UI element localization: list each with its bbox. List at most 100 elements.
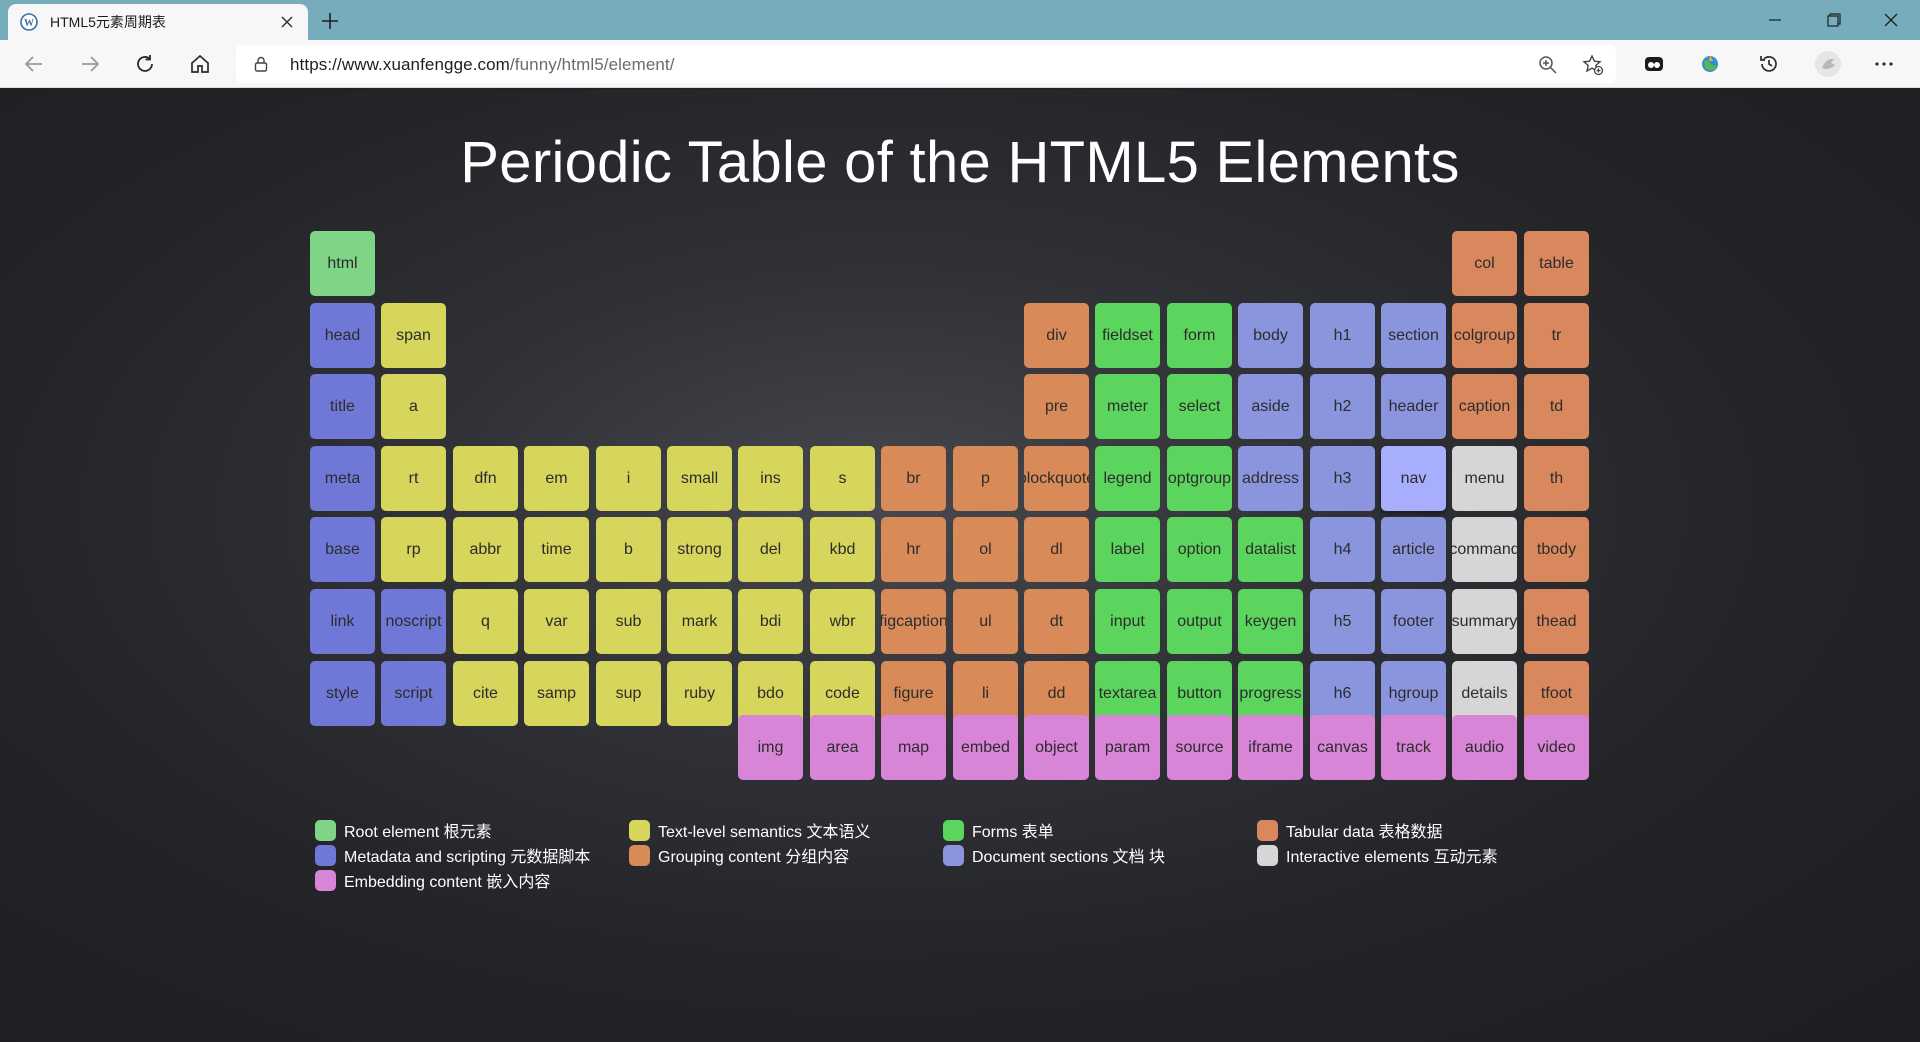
element-head[interactable]: head bbox=[310, 303, 375, 368]
refresh-button[interactable] bbox=[129, 48, 161, 80]
back-button[interactable] bbox=[18, 48, 50, 80]
element-mark[interactable]: mark bbox=[667, 589, 732, 654]
element-h2[interactable]: h2 bbox=[1310, 374, 1375, 439]
element-s[interactable]: s bbox=[810, 446, 875, 511]
browser-tab[interactable]: W HTML5元素周期表 bbox=[8, 4, 308, 40]
lock-icon[interactable] bbox=[252, 55, 270, 73]
element-cite[interactable]: cite bbox=[453, 661, 518, 726]
element-h5[interactable]: h5 bbox=[1310, 589, 1375, 654]
element-del[interactable]: del bbox=[738, 517, 803, 582]
globe-extension-icon[interactable] bbox=[1694, 48, 1726, 80]
element-header[interactable]: header bbox=[1381, 374, 1446, 439]
close-window-button[interactable] bbox=[1868, 6, 1914, 34]
restore-button[interactable] bbox=[1810, 6, 1856, 34]
element-wbr[interactable]: wbr bbox=[810, 589, 875, 654]
profile-avatar-icon[interactable] bbox=[1812, 48, 1844, 80]
element-label[interactable]: label bbox=[1095, 517, 1160, 582]
home-button[interactable] bbox=[184, 48, 216, 80]
element-meter[interactable]: meter bbox=[1095, 374, 1160, 439]
zoom-icon[interactable] bbox=[1538, 55, 1558, 75]
element-table[interactable]: table bbox=[1524, 231, 1589, 296]
element-tr[interactable]: tr bbox=[1524, 303, 1589, 368]
element-html[interactable]: html bbox=[310, 231, 375, 296]
forward-button[interactable] bbox=[74, 48, 106, 80]
element-embed[interactable]: embed bbox=[953, 715, 1018, 780]
element-b[interactable]: b bbox=[596, 517, 661, 582]
element-legend[interactable]: legend bbox=[1095, 446, 1160, 511]
element-sup[interactable]: sup bbox=[596, 661, 661, 726]
element-rp[interactable]: rp bbox=[381, 517, 446, 582]
element-em[interactable]: em bbox=[524, 446, 589, 511]
add-favorite-icon[interactable] bbox=[1582, 54, 1604, 76]
element-optgroup[interactable]: optgroup bbox=[1167, 446, 1232, 511]
element-command[interactable]: command bbox=[1452, 517, 1517, 582]
address-bar[interactable]: https://www.xuanfengge.com/funny/html5/e… bbox=[236, 45, 1616, 83]
element-hr[interactable]: hr bbox=[881, 517, 946, 582]
element-dfn[interactable]: dfn bbox=[453, 446, 518, 511]
element-param[interactable]: param bbox=[1095, 715, 1160, 780]
new-tab-button[interactable] bbox=[316, 8, 344, 34]
element-object[interactable]: object bbox=[1024, 715, 1089, 780]
element-h4[interactable]: h4 bbox=[1310, 517, 1375, 582]
element-dl[interactable]: dl bbox=[1024, 517, 1089, 582]
element-select[interactable]: select bbox=[1167, 374, 1232, 439]
element-pre[interactable]: pre bbox=[1024, 374, 1089, 439]
element-bdi[interactable]: bdi bbox=[738, 589, 803, 654]
element-thead[interactable]: thead bbox=[1524, 589, 1589, 654]
element-figcaption[interactable]: figcaption bbox=[881, 589, 946, 654]
element-iframe[interactable]: iframe bbox=[1238, 715, 1303, 780]
element-h1[interactable]: h1 bbox=[1310, 303, 1375, 368]
element-output[interactable]: output bbox=[1167, 589, 1232, 654]
element-datalist[interactable]: datalist bbox=[1238, 517, 1303, 582]
element-noscript[interactable]: noscript bbox=[381, 589, 446, 654]
element-ins[interactable]: ins bbox=[738, 446, 803, 511]
element-q[interactable]: q bbox=[453, 589, 518, 654]
element-aside[interactable]: aside bbox=[1238, 374, 1303, 439]
element-colgroup[interactable]: colgroup bbox=[1452, 303, 1517, 368]
element-kbd[interactable]: kbd bbox=[810, 517, 875, 582]
element-ul[interactable]: ul bbox=[953, 589, 1018, 654]
element-tbody[interactable]: tbody bbox=[1524, 517, 1589, 582]
element-option[interactable]: option bbox=[1167, 517, 1232, 582]
element-track[interactable]: track bbox=[1381, 715, 1446, 780]
element-dt[interactable]: dt bbox=[1024, 589, 1089, 654]
element-map[interactable]: map bbox=[881, 715, 946, 780]
element-link[interactable]: link bbox=[310, 589, 375, 654]
element-footer[interactable]: footer bbox=[1381, 589, 1446, 654]
element-ruby[interactable]: ruby bbox=[667, 661, 732, 726]
element-meta[interactable]: meta bbox=[310, 446, 375, 511]
more-menu-icon[interactable] bbox=[1868, 48, 1900, 80]
element-h3[interactable]: h3 bbox=[1310, 446, 1375, 511]
extension-icon[interactable] bbox=[1638, 48, 1670, 80]
element-source[interactable]: source bbox=[1167, 715, 1232, 780]
element-col[interactable]: col bbox=[1452, 231, 1517, 296]
element-audio[interactable]: audio bbox=[1452, 715, 1517, 780]
element-video[interactable]: video bbox=[1524, 715, 1589, 780]
element-style[interactable]: style bbox=[310, 661, 375, 726]
element-abbr[interactable]: abbr bbox=[453, 517, 518, 582]
minimize-button[interactable] bbox=[1752, 6, 1798, 34]
element-i[interactable]: i bbox=[596, 446, 661, 511]
element-th[interactable]: th bbox=[1524, 446, 1589, 511]
element-small[interactable]: small bbox=[667, 446, 732, 511]
element-summary[interactable]: summary bbox=[1452, 589, 1517, 654]
element-p[interactable]: p bbox=[953, 446, 1018, 511]
element-rt[interactable]: rt bbox=[381, 446, 446, 511]
element-nav[interactable]: nav bbox=[1381, 446, 1446, 511]
element-div[interactable]: div bbox=[1024, 303, 1089, 368]
element-address[interactable]: address bbox=[1238, 446, 1303, 511]
element-keygen[interactable]: keygen bbox=[1238, 589, 1303, 654]
element-time[interactable]: time bbox=[524, 517, 589, 582]
element-img[interactable]: img bbox=[738, 715, 803, 780]
element-body[interactable]: body bbox=[1238, 303, 1303, 368]
element-ol[interactable]: ol bbox=[953, 517, 1018, 582]
element-canvas[interactable]: canvas bbox=[1310, 715, 1375, 780]
element-menu[interactable]: menu bbox=[1452, 446, 1517, 511]
element-var[interactable]: var bbox=[524, 589, 589, 654]
element-td[interactable]: td bbox=[1524, 374, 1589, 439]
element-form[interactable]: form bbox=[1167, 303, 1232, 368]
element-script[interactable]: script bbox=[381, 661, 446, 726]
element-strong[interactable]: strong bbox=[667, 517, 732, 582]
url-text[interactable]: https://www.xuanfengge.com/funny/html5/e… bbox=[290, 55, 675, 75]
element-blockquote[interactable]: blockquote bbox=[1024, 446, 1089, 511]
